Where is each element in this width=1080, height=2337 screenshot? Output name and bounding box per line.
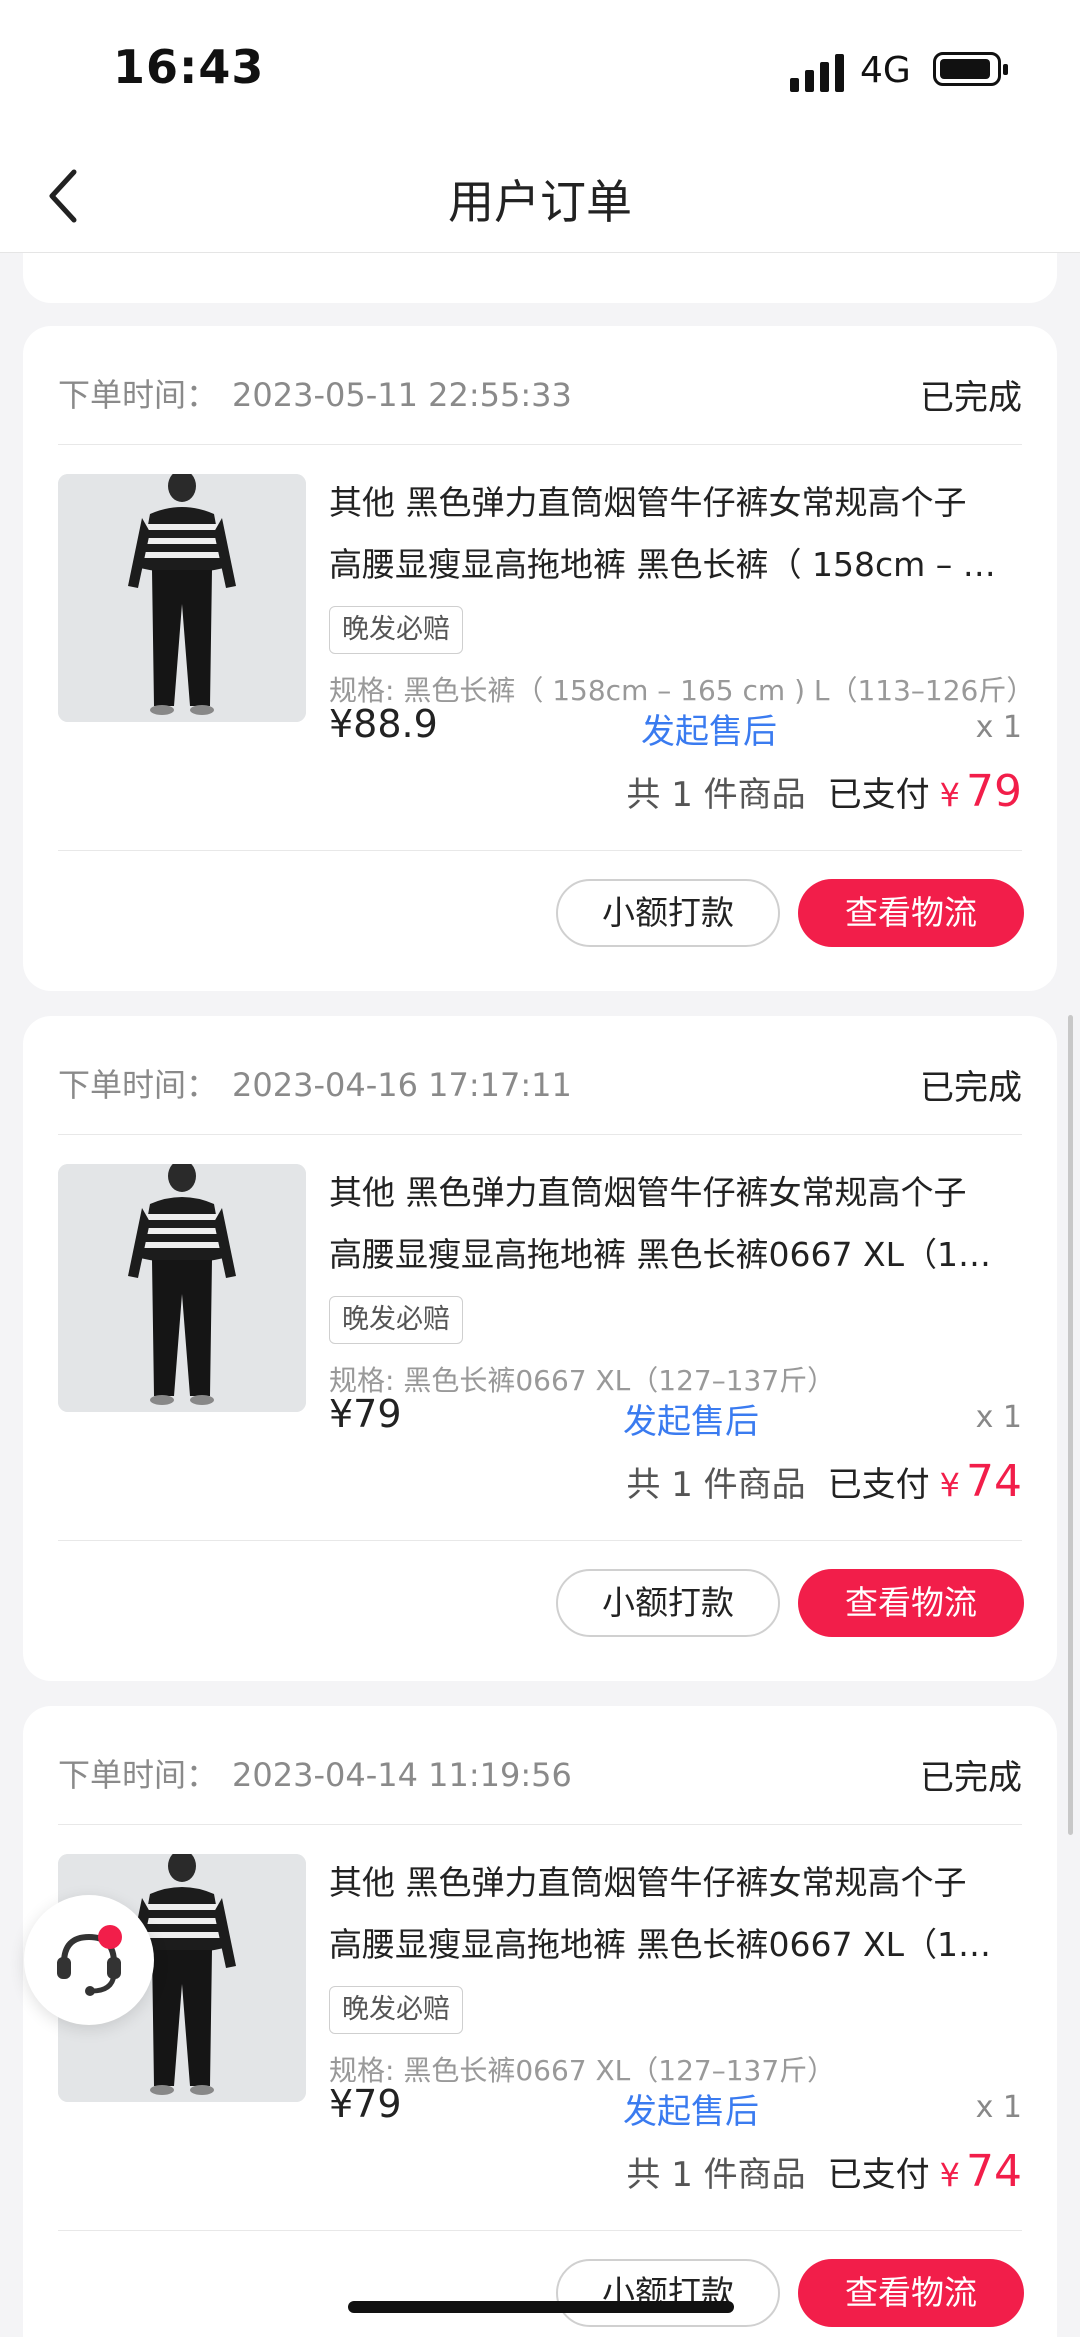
divider (58, 850, 1022, 851)
product-price: ¥79 (329, 2082, 402, 2126)
divider (58, 2230, 1022, 2231)
small-payment-button[interactable]: 小额打款 (556, 1569, 780, 1637)
product-image[interactable] (58, 474, 306, 722)
divider (58, 1540, 1022, 1541)
product-price: ¥88.9 (329, 702, 438, 746)
order-list[interactable]: 下单时间： 2023-05-11 22:55:33 已完成 其他 黑色弹力直筒烟管… (0, 253, 1080, 2337)
previous-order-card (23, 253, 1057, 303)
network-type: 4G (860, 50, 911, 91)
battery-icon (933, 52, 1008, 86)
order-status: 已完成 (920, 1068, 1022, 1108)
after-sale-link[interactable]: 发起售后 (623, 2084, 759, 2133)
order-header: 下单时间： 2023-04-16 17:17:11 已完成 (58, 1016, 1022, 1135)
product-spec: 规格: 黑色长裤0667 XL（127–137斤） (329, 2054, 836, 2087)
order-card: 下单时间： 2023-04-16 17:17:11 已完成 其他 黑色弹力直筒烟管… (23, 1016, 1057, 1681)
product-image[interactable] (58, 1164, 306, 1412)
late-delivery-badge: 晚发必赔 (329, 606, 463, 654)
product-quantity: x 1 (975, 1400, 1022, 1435)
status-bar: 16:43 4G (0, 0, 1080, 140)
customer-service-button[interactable] (24, 1895, 154, 2025)
order-status: 已完成 (920, 1758, 1022, 1798)
product-title[interactable]: 其他 黑色弹力直筒烟管牛仔裤女常规高个子 高腰显瘦显高拖地裤 黑色长裤（ 158… (329, 472, 1029, 596)
order-header: 下单时间： 2023-04-14 11:19:56 已完成 (58, 1706, 1022, 1825)
home-indicator[interactable] (348, 2301, 734, 2313)
order-summary: 共 1 件商品 已支付 ¥74 (626, 2146, 1022, 2197)
product-title[interactable]: 其他 黑色弹力直筒烟管牛仔裤女常规高个子 高腰显瘦显高拖地裤 黑色长裤0667 … (329, 1162, 1029, 1286)
scrollbar[interactable] (1068, 1015, 1073, 1835)
status-time: 16:43 (113, 40, 265, 94)
order-time: 下单时间： 2023-04-14 11:19:56 (58, 1756, 572, 1794)
page-title: 用户订单 (448, 175, 632, 229)
paid-amount: 79 (966, 766, 1022, 817)
view-logistics-button[interactable]: 查看物流 (798, 879, 1024, 947)
small-payment-button[interactable]: 小额打款 (556, 2259, 780, 2327)
order-card: 下单时间： 2023-04-14 11:19:56 已完成 其他 黑色弹力直筒烟管… (23, 1706, 1057, 2337)
paid-amount: 74 (966, 1456, 1022, 1507)
order-time: 下单时间： 2023-05-11 22:55:33 (58, 376, 572, 414)
notification-dot (98, 1925, 122, 1949)
view-logistics-button[interactable]: 查看物流 (798, 1569, 1024, 1637)
product-quantity: x 1 (975, 710, 1022, 745)
product-title[interactable]: 其他 黑色弹力直筒烟管牛仔裤女常规高个子 高腰显瘦显高拖地裤 黑色长裤0667 … (329, 1852, 1029, 1976)
headset-icon (57, 1925, 122, 1996)
after-sale-link[interactable]: 发起售后 (641, 704, 777, 753)
product-quantity: x 1 (975, 2090, 1022, 2125)
order-summary: 共 1 件商品 已支付 ¥79 (626, 766, 1022, 817)
order-status: 已完成 (920, 378, 1022, 418)
small-payment-button[interactable]: 小额打款 (556, 879, 780, 947)
late-delivery-badge: 晚发必赔 (329, 1986, 463, 2034)
after-sale-link[interactable]: 发起售后 (623, 1394, 759, 1443)
order-summary: 共 1 件商品 已支付 ¥74 (626, 1456, 1022, 1507)
nav-bar: 用户订单 (0, 140, 1080, 253)
order-time: 下单时间： 2023-04-16 17:17:11 (58, 1066, 572, 1104)
paid-amount: 74 (966, 2146, 1022, 2197)
view-logistics-button[interactable]: 查看物流 (798, 2259, 1024, 2327)
signal-icon (790, 52, 846, 92)
order-header: 下单时间： 2023-05-11 22:55:33 已完成 (58, 326, 1022, 445)
product-spec: 规格: 黑色长裤0667 XL（127–137斤） (329, 1364, 836, 1397)
product-price: ¥79 (329, 1392, 402, 1436)
late-delivery-badge: 晚发必赔 (329, 1296, 463, 1344)
order-card: 下单时间： 2023-05-11 22:55:33 已完成 其他 黑色弹力直筒烟管… (23, 326, 1057, 991)
